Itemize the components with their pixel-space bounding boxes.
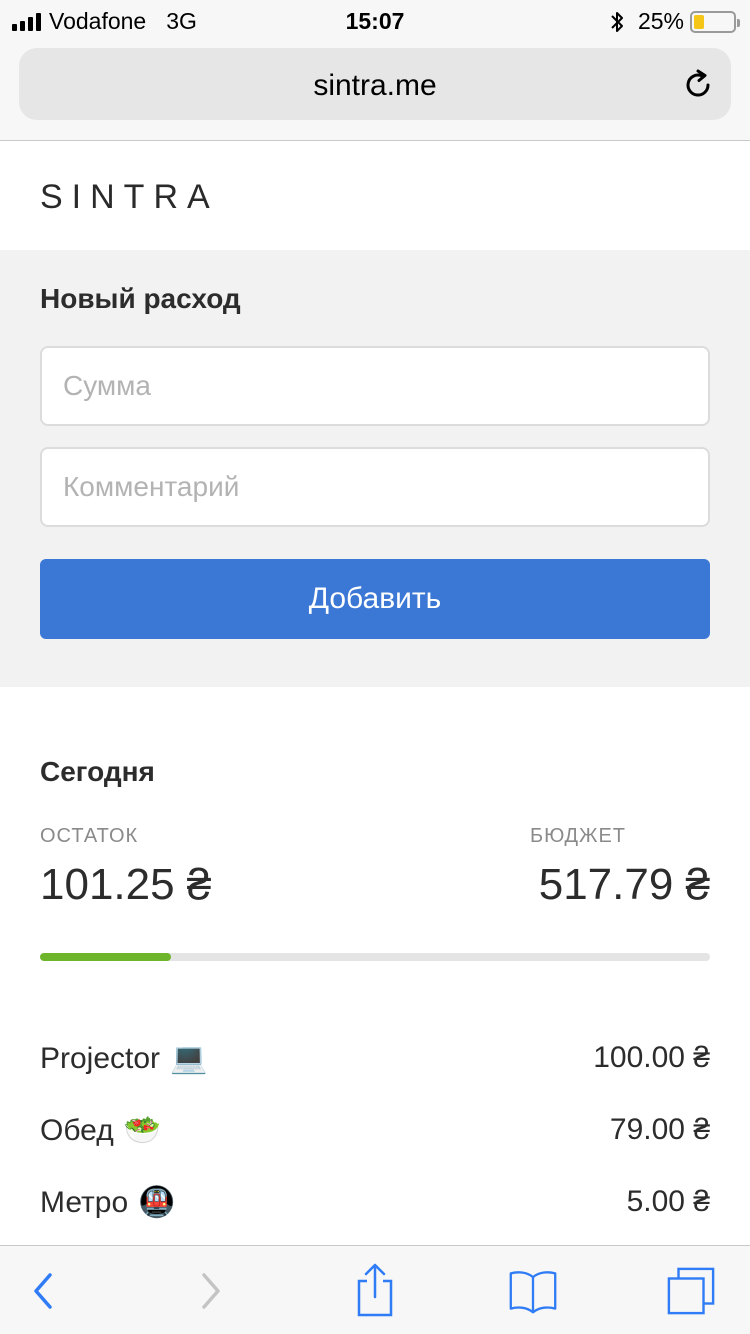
bookmarks-icon[interactable] (508, 1266, 558, 1316)
expense-row[interactable]: Обед 🥗 79.00 ₴ (40, 1107, 710, 1157)
expense-amount: 79.00 ₴ (609, 1113, 710, 1146)
remaining-label: ОСТАТОК (40, 825, 139, 847)
today-title: Сегодня (40, 756, 155, 787)
budget-label: БЮДЖЕТ (530, 825, 627, 847)
metro-icon: 🚇 (138, 1186, 176, 1219)
share-icon[interactable] (353, 1263, 397, 1319)
browser-top-bar: sintra.me (0, 40, 750, 141)
battery-percent: 25% (637, 8, 684, 34)
tabs-icon[interactable] (666, 1265, 716, 1317)
budget-progress-bar (40, 953, 710, 961)
forward-button[interactable] (186, 1266, 236, 1316)
budget-value: 517.79 ₴ (538, 860, 710, 909)
forward-icon[interactable] (196, 1271, 226, 1311)
battery-icon (690, 10, 740, 33)
add-button[interactable]: Добавить (40, 559, 710, 639)
expense-amount: 5.00 ₴ (626, 1185, 710, 1218)
form-title: Новый расход (40, 283, 241, 314)
bookmarks-button[interactable] (508, 1266, 558, 1316)
tabs-button[interactable] (666, 1266, 716, 1316)
address-bar[interactable]: sintra.me (19, 48, 731, 120)
expense-name: Projector (40, 1041, 161, 1075)
battery-level (694, 14, 704, 29)
amount-input[interactable] (40, 346, 710, 426)
salad-icon: 🥗 (123, 1114, 162, 1147)
site-logo[interactable]: SINTRA (40, 178, 219, 217)
url-text[interactable]: sintra.me (19, 69, 731, 103)
new-expense-form: Новый расход Добавить (0, 250, 750, 687)
share-button[interactable] (350, 1263, 400, 1319)
expense-name: Метро (40, 1185, 129, 1219)
laptop-icon: 💻 (170, 1042, 208, 1075)
reload-icon[interactable] (681, 68, 715, 102)
bluetooth-icon (611, 11, 623, 32)
expense-row[interactable]: Projector 💻 100.00 ₴ (40, 1035, 710, 1085)
status-bar: Vodafone 3G 15:07 25% (0, 0, 750, 40)
back-icon[interactable] (28, 1271, 58, 1311)
remaining-value: 101.25 ₴ (40, 860, 212, 909)
status-right: 25% (608, 8, 740, 35)
expense-row[interactable]: Метро 🚇 5.00 ₴ (40, 1179, 710, 1229)
budget-progress-fill (40, 953, 171, 961)
expense-amount: 100.00 ₴ (593, 1041, 710, 1074)
back-button[interactable] (18, 1266, 68, 1316)
comment-input[interactable] (40, 447, 710, 527)
browser-toolbar (0, 1245, 750, 1334)
expense-name: Обед (40, 1113, 114, 1147)
